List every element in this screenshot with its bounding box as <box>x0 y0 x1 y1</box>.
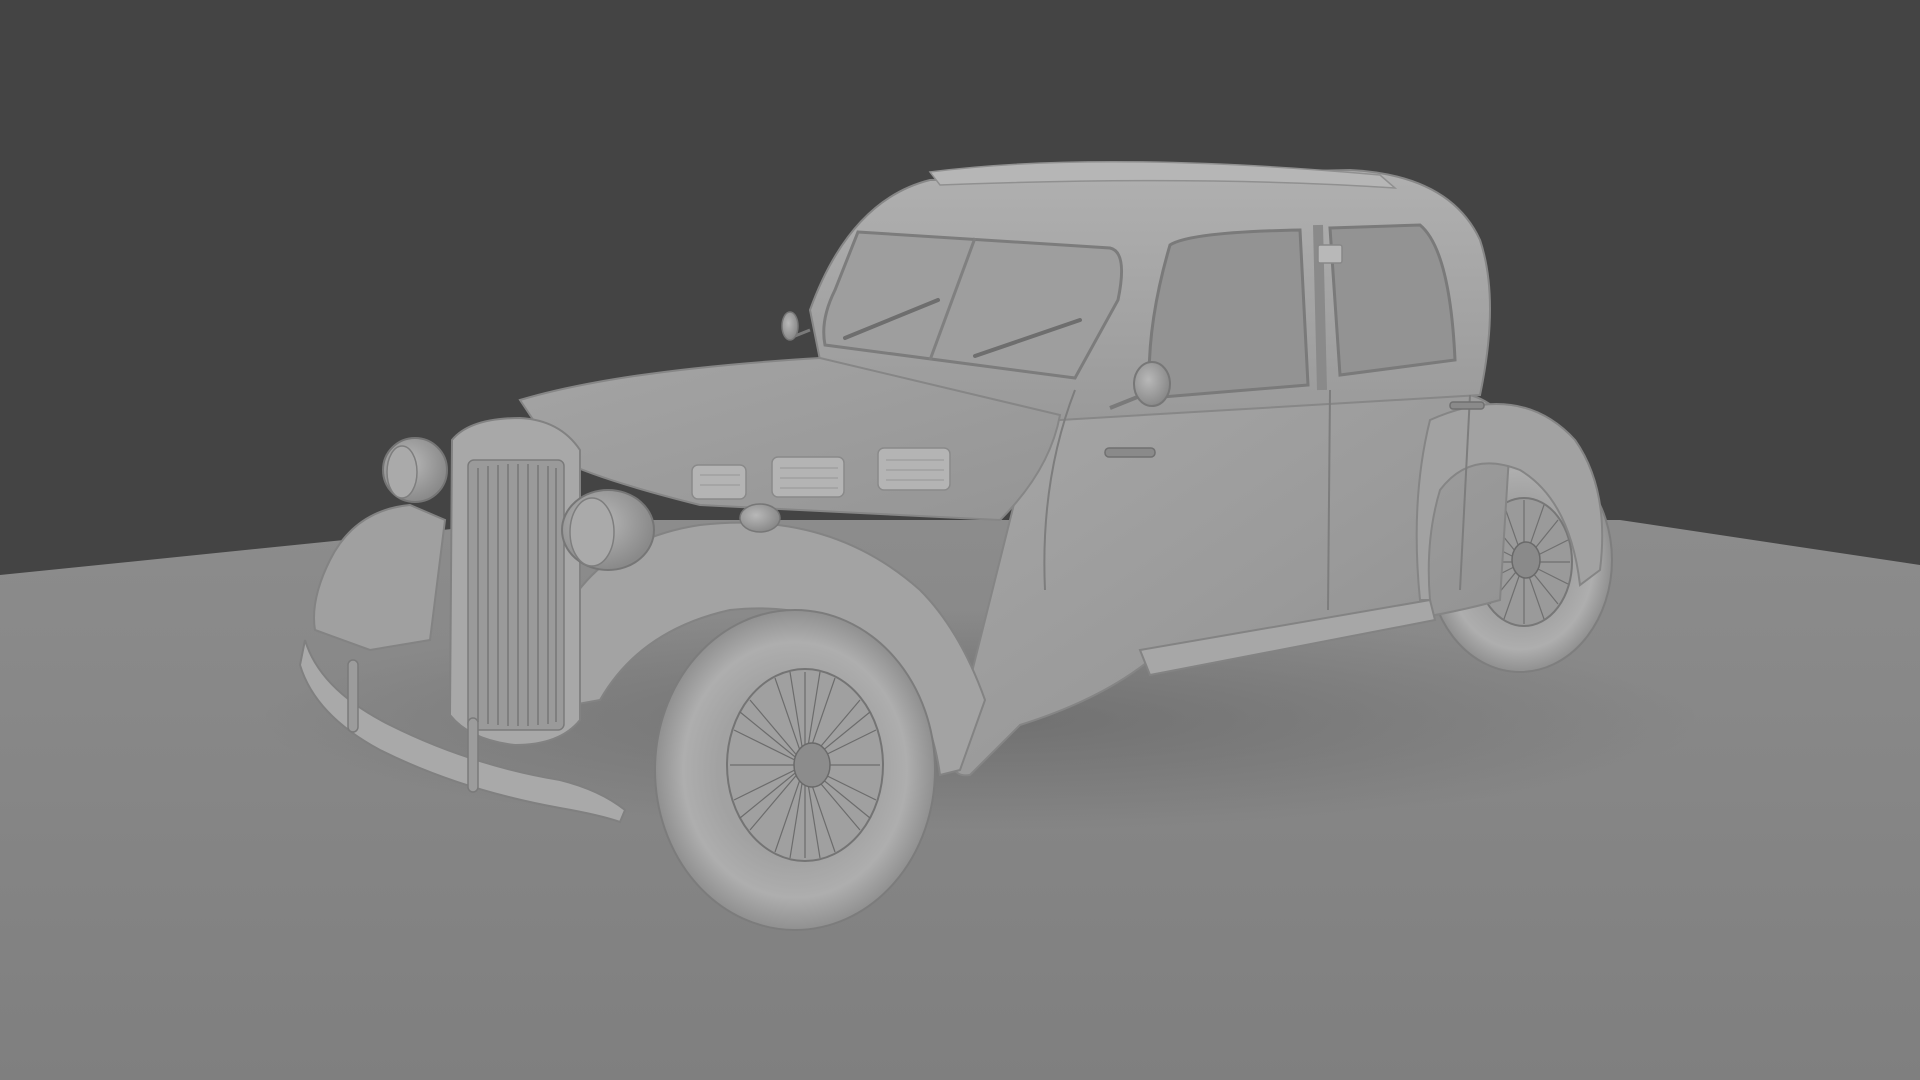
rear-door-handle <box>1449 401 1485 410</box>
headlamp-left <box>382 437 448 503</box>
front-wheel <box>654 609 936 931</box>
radiator-grille <box>467 459 565 731</box>
render-viewport <box>0 0 1920 1080</box>
fog-lamp <box>739 503 781 533</box>
scene-canvas <box>0 160 1920 1080</box>
front-door-window <box>1147 228 1310 400</box>
side-mirror-left <box>781 311 811 341</box>
interior-mirror <box>1317 244 1343 264</box>
rear-door-window <box>1328 223 1457 377</box>
front-door-handle <box>1104 447 1156 458</box>
headlamp-right <box>561 489 655 571</box>
front-fender-left <box>313 503 447 652</box>
